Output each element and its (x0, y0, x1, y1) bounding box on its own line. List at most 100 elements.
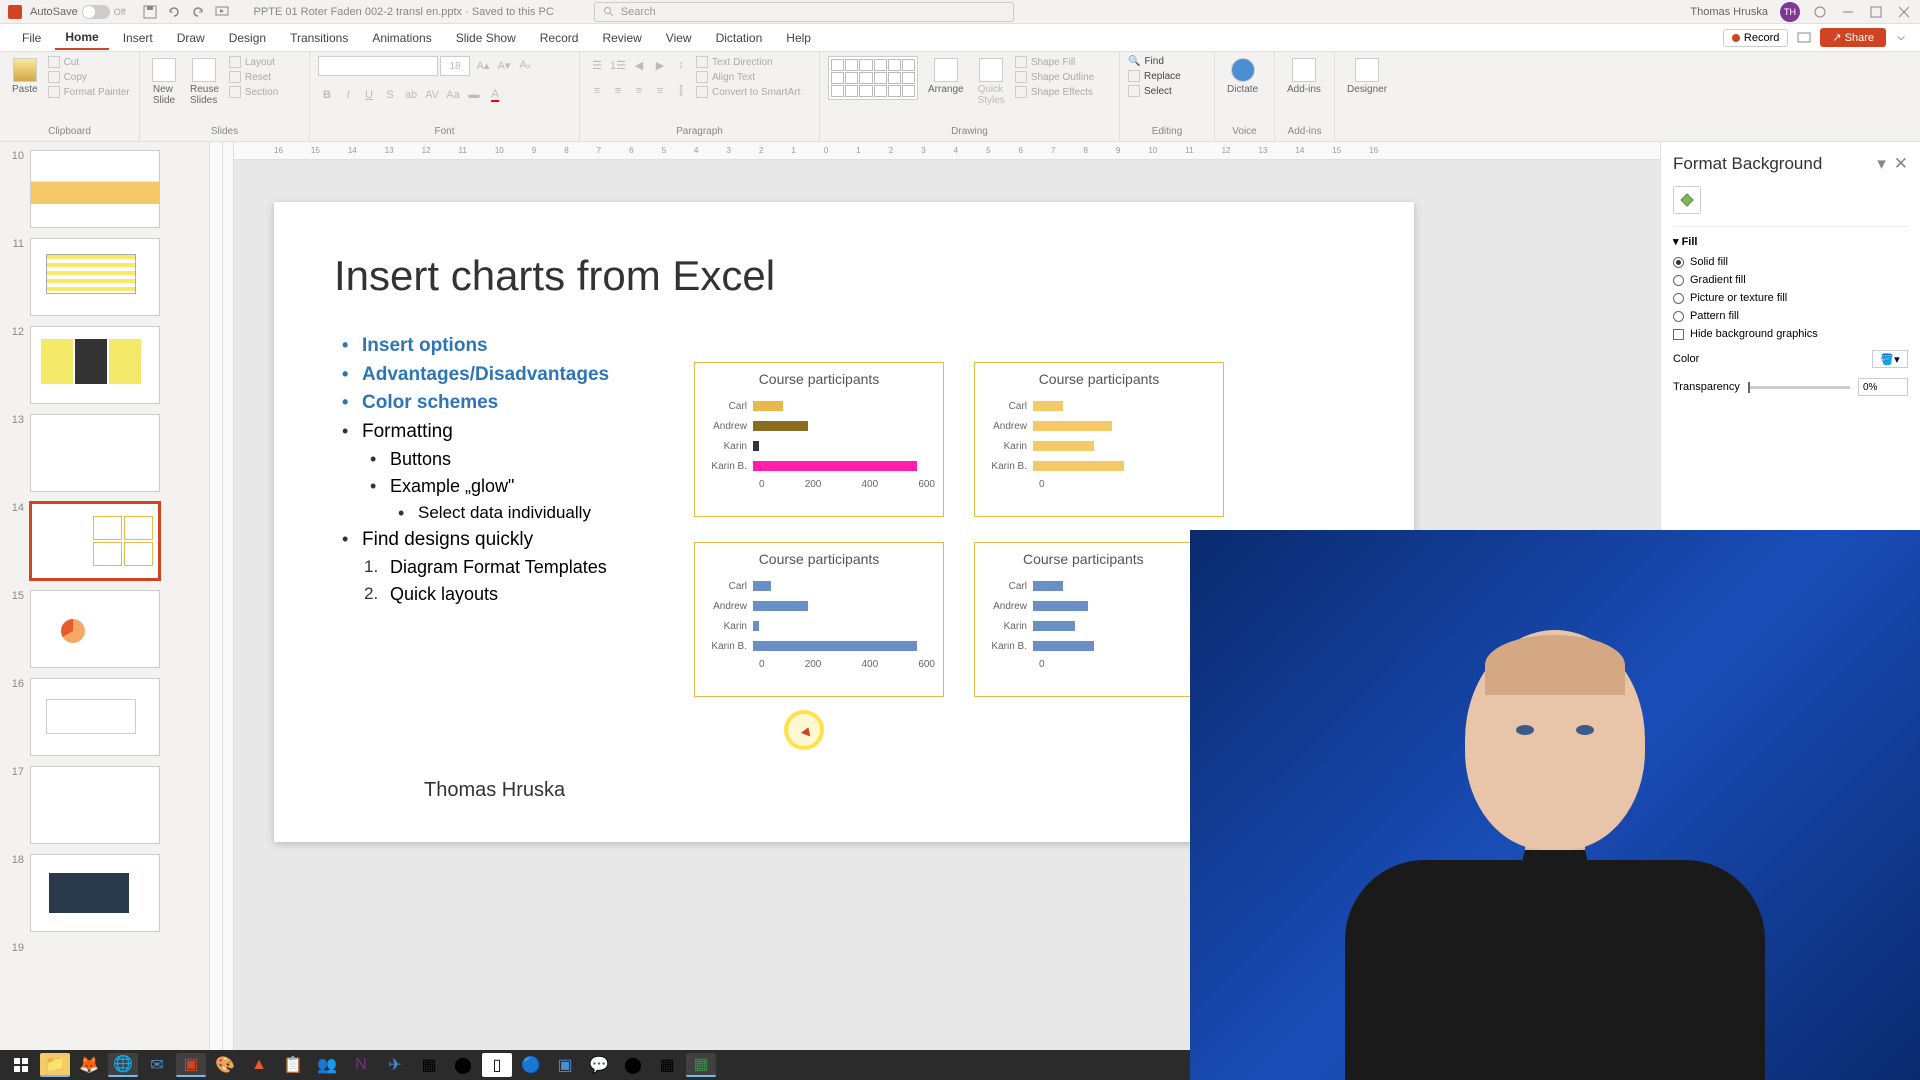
chevron-down-icon[interactable] (1894, 31, 1908, 45)
record-button[interactable]: Record (1723, 29, 1788, 47)
dictate-button[interactable]: Dictate (1223, 56, 1262, 97)
thumb-16[interactable] (30, 678, 160, 756)
align-text-button[interactable]: Align Text (696, 71, 800, 83)
font-color-button[interactable]: A (486, 86, 504, 104)
redo-icon[interactable] (190, 4, 206, 20)
tab-animations[interactable]: Animations (362, 27, 441, 49)
app7-icon[interactable]: ⬤ (618, 1053, 648, 1077)
tab-draw[interactable]: Draw (167, 27, 215, 49)
undo-icon[interactable] (166, 4, 182, 20)
shape-outline-button[interactable]: Shape Outline (1015, 71, 1094, 83)
app2-icon[interactable]: 📋 (278, 1053, 308, 1077)
quick-styles-button[interactable]: Quick Styles (974, 56, 1009, 108)
powerpoint-taskbar-icon[interactable]: ▣ (176, 1053, 206, 1077)
vlc-icon[interactable]: ▲ (244, 1053, 274, 1077)
thumb-12[interactable] (30, 326, 160, 404)
autosave-toggle[interactable]: AutoSave Off (30, 5, 126, 19)
slideshow-icon[interactable] (214, 4, 230, 20)
spacing-button[interactable]: AV (423, 86, 441, 104)
obs-icon[interactable]: ⬤ (448, 1053, 478, 1077)
close-icon[interactable] (1896, 4, 1912, 20)
color-picker[interactable]: 🪣▾ (1872, 350, 1908, 368)
thumb-17[interactable] (30, 766, 160, 844)
chart-bottom-left[interactable]: Course participants CarlAndrewKarinKarin… (694, 542, 944, 697)
line-spacing-button[interactable]: ↕ (672, 56, 690, 74)
decrease-indent-button[interactable]: ◀ (630, 56, 648, 74)
whatsapp-icon[interactable]: 💬 (584, 1053, 614, 1077)
shape-fill-button[interactable]: Shape Fill (1015, 56, 1094, 68)
smartart-button[interactable]: Convert to SmartArt (696, 86, 800, 98)
strike-button[interactable]: S (381, 86, 399, 104)
chart-bottom-right[interactable]: Course participants CarlAndrewKarinKarin… (974, 542, 1224, 697)
app8-icon[interactable]: ▦ (652, 1053, 682, 1077)
reset-button[interactable]: Reset (229, 71, 278, 83)
tab-dictation[interactable]: Dictation (706, 27, 773, 49)
align-center-button[interactable]: ≡ (609, 82, 627, 100)
find-button[interactable]: 🔍Find (1128, 56, 1181, 67)
underline-button[interactable]: U (360, 86, 378, 104)
align-left-button[interactable]: ≡ (588, 82, 606, 100)
tab-home[interactable]: Home (55, 26, 108, 50)
tab-view[interactable]: View (656, 27, 702, 49)
teams-icon[interactable]: 👥 (312, 1053, 342, 1077)
slide-bullets[interactable]: Insert options Advantages/Disadvantages … (334, 332, 609, 608)
app6-icon[interactable]: ▣ (550, 1053, 580, 1077)
replace-button[interactable]: Replace (1128, 70, 1181, 82)
chart-top-right[interactable]: Course participants CarlAndrewKarinKarin… (974, 362, 1224, 517)
app5-icon[interactable]: 🔵 (516, 1053, 546, 1077)
designer-button[interactable]: Designer (1343, 56, 1391, 97)
thumb-11[interactable] (30, 238, 160, 316)
shadow-button[interactable]: ab (402, 86, 420, 104)
italic-button[interactable]: I (339, 86, 357, 104)
slide-title[interactable]: Insert charts from Excel (334, 252, 775, 300)
thumb-18[interactable] (30, 854, 160, 932)
slide-thumbnails[interactable]: 10 11 12 13 14 15 16 17 18 19 (0, 142, 210, 1058)
tab-file[interactable]: File (12, 27, 51, 49)
outlook-icon[interactable]: ✉ (142, 1053, 172, 1077)
start-icon[interactable] (6, 1053, 36, 1077)
format-painter-button[interactable]: Format Painter (48, 86, 130, 98)
tab-insert[interactable]: Insert (113, 27, 163, 49)
tab-slideshow[interactable]: Slide Show (446, 27, 526, 49)
addins-button[interactable]: Add-ins (1283, 56, 1325, 97)
bold-button[interactable]: B (318, 86, 336, 104)
cut-button[interactable]: Cut (48, 56, 130, 68)
present-icon[interactable] (1796, 30, 1812, 46)
tab-review[interactable]: Review (592, 27, 651, 49)
maximize-icon[interactable] (1868, 4, 1884, 20)
decrease-font-icon[interactable]: A▾ (495, 56, 513, 74)
fill-section[interactable]: ▾ Fill (1673, 235, 1908, 248)
clear-format-icon[interactable]: Aₓ (516, 56, 534, 74)
onenote-icon[interactable]: N (346, 1053, 376, 1077)
hide-bg-checkbox[interactable]: Hide background graphics (1673, 328, 1908, 340)
copy-button[interactable]: Copy (48, 71, 130, 83)
transparency-slider[interactable] (1748, 386, 1850, 389)
solid-fill-radio[interactable]: Solid fill (1673, 256, 1908, 268)
thumb-15[interactable] (30, 590, 160, 668)
thumb-10[interactable] (30, 150, 160, 228)
app4-icon[interactable]: ▦ (414, 1053, 444, 1077)
picture-fill-radio[interactable]: Picture or texture fill (1673, 292, 1908, 304)
save-icon[interactable] (142, 4, 158, 20)
arrange-button[interactable]: Arrange (924, 56, 968, 97)
columns-button[interactable]: ⫿ (672, 82, 690, 100)
tab-help[interactable]: Help (776, 27, 821, 49)
tab-design[interactable]: Design (219, 27, 276, 49)
tab-transitions[interactable]: Transitions (280, 27, 358, 49)
app-icon[interactable]: 🎨 (210, 1053, 240, 1077)
shapes-gallery[interactable] (828, 56, 918, 100)
justify-button[interactable]: ≡ (651, 82, 669, 100)
reuse-slides-button[interactable]: Reuse Slides (186, 56, 223, 108)
select-button[interactable]: Select (1128, 85, 1181, 97)
thumb-13[interactable] (30, 414, 160, 492)
notepad-icon[interactable]: ▯ (482, 1053, 512, 1077)
font-family-input[interactable] (318, 56, 438, 76)
share-button[interactable]: ↗ Share (1820, 28, 1886, 47)
thumb-14[interactable] (30, 502, 160, 580)
avatar[interactable]: TH (1780, 2, 1800, 22)
chart-top-left[interactable]: Course participants CarlAndrewKarinKarin… (694, 362, 944, 517)
firefox-icon[interactable]: 🦊 (74, 1053, 104, 1077)
align-right-button[interactable]: ≡ (630, 82, 648, 100)
tab-record[interactable]: Record (530, 27, 589, 49)
font-size-input[interactable]: 18 (440, 56, 470, 76)
